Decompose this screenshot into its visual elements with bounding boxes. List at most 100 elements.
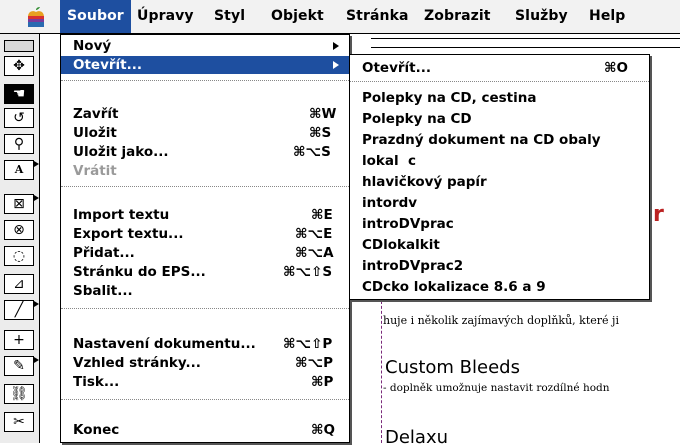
ruler-bar (371, 38, 680, 48)
submenu-recent-file[interactable]: CDcko lokalizace 8.6 a 9 (350, 278, 649, 296)
menu-item-export-textu[interactable]: Export textu... ⌘⌥E (61, 225, 349, 243)
menu-item-shortcut: ⌘O (604, 60, 629, 76)
submenu-recent-file[interactable]: Polepky na CD (350, 110, 649, 128)
menu-item-label: Prazdný dokument na CD obaly (362, 132, 601, 148)
menu-item-label: Export textu... (73, 226, 184, 242)
menu-stranka[interactable]: Stránka (339, 0, 416, 33)
menu-item-label: Zavřít (73, 106, 119, 122)
menu-soubor[interactable]: Soubor (60, 0, 131, 33)
picture-box-tool-icon[interactable]: ⊠ (4, 194, 39, 214)
menu-item-shortcut: ⌘⌥P (295, 355, 333, 371)
rotate-tool-icon[interactable]: ↺ (4, 108, 34, 128)
menu-item-shortcut: ⌘S (309, 125, 332, 141)
menu-item-shortcut: ⌘W (309, 106, 337, 122)
oval-picture-tool-icon[interactable]: ⊗ (4, 220, 34, 240)
menu-item-label: Vrátit (73, 163, 117, 179)
menu-item-vratit[interactable]: Vrátit (61, 162, 349, 180)
menu-item-label: Konec (73, 422, 120, 438)
menu-item-label: CDcko lokalizace 8.6 a 9 (362, 279, 546, 295)
menu-item-zavrit[interactable]: Zavřít ⌘W (61, 105, 349, 123)
line-tool-icon[interactable]: ╱ (4, 300, 39, 320)
orthogonal-line-tool-icon[interactable]: + (4, 330, 34, 350)
linking-tool-icon[interactable]: ⛓ (4, 384, 34, 404)
menu-item-sbalit[interactable]: Sbalit... (61, 282, 349, 300)
doc-body-line: - doplněk umožnuje nastavit rozdílné hod… (383, 382, 610, 394)
menu-item-konec[interactable]: Konec ⌘Q (61, 421, 349, 439)
submenu-arrow-icon (333, 61, 339, 69)
submenu-recent-file[interactable]: introDVprac2 (350, 257, 649, 275)
menu-item-shortcut: ⌘Q (311, 422, 336, 438)
unlinking-tool-icon[interactable]: ✂ (4, 412, 34, 432)
menu-item-label: intordv (362, 195, 418, 211)
menu-item-import-textu[interactable]: Import textu ⌘E (61, 206, 349, 224)
text-box-tool-icon[interactable]: A (4, 160, 39, 180)
move-tool-icon[interactable]: ✥ (4, 56, 34, 76)
bezier-picture-tool-icon[interactable]: ◌ (4, 246, 34, 266)
menu-zobrazit[interactable]: Zobrazit (417, 0, 498, 33)
menu-item-label: Tisk... (73, 374, 120, 390)
menu-item-shortcut: ⌘E (311, 207, 333, 223)
menu-item-label: Otevřít... (73, 57, 143, 73)
menu-item-label: Přidat... (73, 245, 135, 261)
menu-upravy[interactable]: Úpravy (130, 0, 201, 33)
menu-item-tisk[interactable]: Tisk... ⌘P (61, 373, 349, 391)
menu-item-pridat[interactable]: Přidat... ⌘⌥A (61, 244, 349, 262)
submenu-recent-file[interactable]: Prazdný dokument na CD obaly (350, 131, 649, 149)
toolbox-palette: ✥ ☚ ↺ ⚲ A ⊠ ⊗ ◌ ⊿ ╱ + ✎ ⛓ ✂ (0, 34, 40, 443)
menu-item-label: hlavičkový papír (362, 174, 487, 190)
open-submenu: Otevřít... ⌘O Polepky na CD, cestina Pol… (349, 54, 650, 300)
menu-separator (61, 308, 349, 309)
freehand-tool-icon[interactable]: ⊿ (4, 274, 34, 294)
menu-sluzby[interactable]: Služby (508, 0, 575, 33)
menu-item-ulozit[interactable]: Uložit ⌘S (61, 124, 349, 142)
palette-titlebar[interactable] (4, 40, 34, 52)
apple-logo-icon[interactable] (26, 6, 46, 28)
submenu-recent-file[interactable]: hlavičkový papír (350, 173, 649, 191)
zoom-tool-icon[interactable]: ⚲ (4, 134, 34, 154)
submenu-recent-file[interactable]: intordv (350, 194, 649, 212)
menu-item-shortcut: ⌘⌥⇧S (283, 264, 333, 280)
menu-item-label: Nastavení dokumentu... (73, 336, 256, 352)
menu-styl[interactable]: Styl (207, 0, 252, 33)
menu-item-label: lokal c (362, 153, 417, 169)
menu-item-label: Stránku do EPS... (73, 264, 206, 280)
menu-item-ulozit-jako[interactable]: Uložit jako... ⌘⌥S (61, 143, 349, 161)
menu-item-label: CDlokalkit (362, 237, 440, 253)
menu-item-shortcut: ⌘⌥A (295, 245, 334, 261)
doc-heading-delaxu: Delaxu (385, 427, 449, 448)
menu-separator (61, 80, 349, 81)
submenu-recent-file[interactable]: lokal c (350, 152, 649, 170)
submenu-recent-file[interactable]: Polepky na CD, cestina (350, 89, 649, 107)
menu-item-label: Sbalit... (73, 283, 133, 299)
doc-red-heading-fragment: r (653, 202, 664, 227)
menu-separator (61, 399, 349, 400)
menu-item-vzhled-stranky[interactable]: Vzhled stránky... ⌘⌥P (61, 354, 349, 372)
menu-objekt[interactable]: Objekt (264, 0, 331, 33)
menu-item-label: introDVprac (362, 216, 454, 232)
menu-item-label: Polepky na CD (362, 111, 472, 127)
menu-bar: Soubor Úpravy Styl Objekt Stránka Zobraz… (0, 0, 680, 34)
submenu-arrow-icon (333, 42, 339, 50)
menu-item-novy[interactable]: Nový (61, 37, 349, 55)
menu-item-label: Otevřít... (362, 60, 432, 76)
menu-separator (350, 81, 649, 82)
menu-item-label: Uložit (73, 125, 117, 141)
menu-item-otevrit[interactable]: Otevřít... (61, 56, 349, 74)
menu-item-label: Uložit jako... (73, 144, 169, 160)
menu-separator (61, 186, 349, 187)
submenu-recent-file[interactable]: CDlokalkit (350, 236, 649, 254)
pen-tool-icon[interactable]: ✎ (4, 356, 39, 376)
menu-help[interactable]: Help (582, 0, 632, 33)
grabber-hand-icon[interactable]: ☚ (4, 84, 34, 104)
menu-item-label: introDVprac2 (362, 258, 464, 274)
submenu-item-otevrit[interactable]: Otevřít... ⌘O (350, 59, 649, 77)
menu-item-stranku-do-eps[interactable]: Stránku do EPS... ⌘⌥⇧S (61, 263, 349, 281)
menu-item-label: Polepky na CD, cestina (362, 90, 537, 106)
file-menu-dropdown: Nový Otevřít... Zavřít ⌘W Uložit ⌘S Ulož… (60, 34, 350, 443)
menu-item-shortcut: ⌘⌥E (295, 226, 333, 242)
submenu-recent-file[interactable]: introDVprac (350, 215, 649, 233)
doc-body-line: huje i několik zajímavých doplňků, které… (383, 314, 619, 327)
doc-heading-custom-bleeds: Custom Bleeds (385, 357, 520, 378)
menu-item-nastaveni-dokumentu[interactable]: Nastavení dokumentu... ⌘⌥⇧P (61, 335, 349, 353)
menu-item-shortcut: ⌘⌥S (293, 144, 331, 160)
